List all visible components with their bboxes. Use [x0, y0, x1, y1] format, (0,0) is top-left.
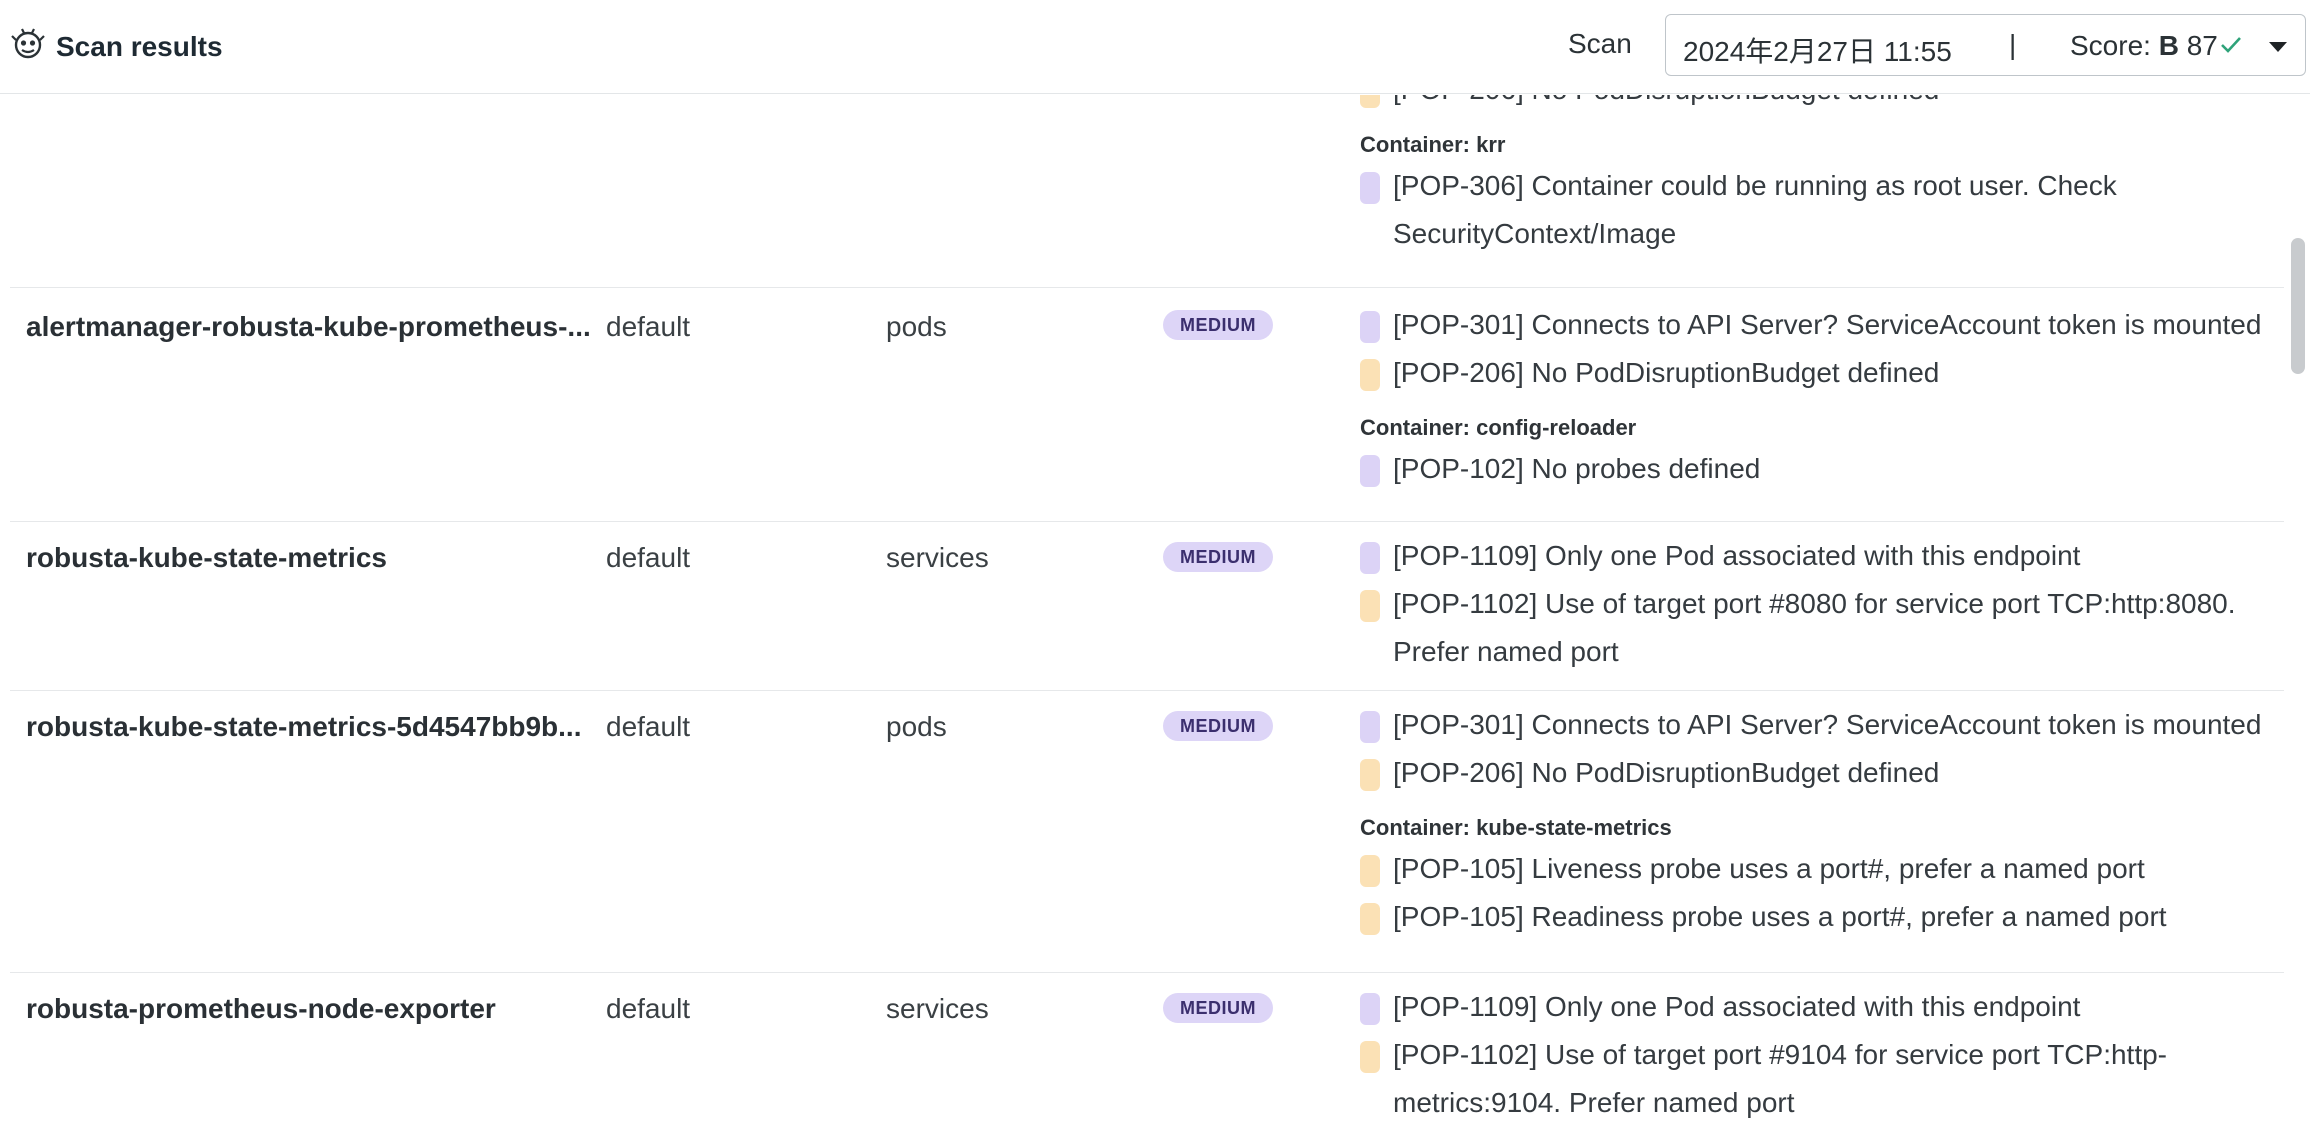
table-row[interactable]: [POP-206] No PodDisruptionBudget defined…: [10, 95, 2284, 288]
issue-item: [POP-105] Liveness probe uses a port#, p…: [1360, 845, 2270, 893]
severity-dot-icon: [1360, 855, 1380, 887]
resource-name[interactable]: robusta-kube-state-metrics-5d4547bb9b...: [26, 711, 582, 743]
issue-text: [POP-306] Container could be running as …: [1393, 170, 2117, 201]
table-row[interactable]: robusta-prometheus-node-exporter default…: [10, 973, 2284, 1130]
container-title: Container: krr: [1360, 132, 1506, 157]
issue-item: [POP-206] No PodDisruptionBudget defined: [1360, 749, 2270, 797]
issue-text: [POP-1109] Only one Pod associated with …: [1393, 540, 2081, 571]
kind-cell: services: [886, 542, 989, 573]
issue-text: metrics:9104. Prefer named port: [1393, 1087, 1795, 1118]
issue-list: [POP-301] Connects to API Server? Servic…: [1360, 301, 2270, 493]
scan-label: Scan: [1568, 28, 1632, 59]
issue-text: [POP-1102] Use of target port #9104 for …: [1393, 1039, 2168, 1070]
issue-text: [POP-102] No probes defined: [1393, 453, 1761, 484]
top-bar: Scan results Scan 2024年2月27日 11:55 | Sco…: [0, 0, 2310, 94]
severity-dot-icon: [1360, 311, 1380, 343]
namespace-cell: default: [606, 993, 691, 1024]
severity-dot-icon: [1360, 903, 1380, 935]
issue-item-continuation: SecurityContext/Image: [1360, 210, 2270, 258]
brand: Scan results: [10, 26, 223, 67]
table-row[interactable]: alertmanager-robusta-kube-prometheus-...…: [10, 288, 2284, 522]
severity-dot-icon: [1360, 172, 1380, 204]
scan-separator: |: [2009, 29, 2017, 60]
score-grade: B: [2158, 30, 2179, 61]
issue-list: [POP-1109] Only one Pod associated with …: [1360, 983, 2270, 1127]
issue-item-continuation: Prefer named port: [1360, 628, 2270, 676]
issue-text: SecurityContext/Image: [1393, 218, 1677, 249]
issue-item: [POP-105] Readiness probe uses a port#, …: [1360, 893, 2270, 941]
resource-name[interactable]: robusta-kube-state-metrics: [26, 542, 387, 574]
resource-name[interactable]: alertmanager-robusta-kube-prometheus-...: [26, 311, 591, 343]
issue-item: [POP-1102] Use of target port #8080 for …: [1360, 580, 2270, 628]
issue-text: [POP-301] Connects to API Server? Servic…: [1393, 709, 2262, 740]
check-icon: [2219, 29, 2243, 59]
kind-cell: pods: [886, 311, 947, 342]
issue-item: [POP-206] No PodDisruptionBudget defined: [1360, 349, 2270, 397]
severity-dot-icon: [1360, 759, 1380, 791]
severity-dot-icon: [1360, 542, 1380, 574]
severity-badge: MEDIUM: [1163, 711, 1273, 741]
severity-dot-icon: [1360, 1041, 1380, 1073]
issue-item: [POP-1109] Only one Pod associated with …: [1360, 983, 2270, 1031]
namespace-cell: default: [606, 542, 691, 573]
severity-dot-icon: [1360, 359, 1380, 391]
severity-dot-icon: [1360, 993, 1380, 1025]
severity-badge: MEDIUM: [1163, 542, 1273, 572]
namespace-cell: default: [606, 711, 691, 742]
severity-badge: MEDIUM: [1163, 993, 1273, 1023]
issue-text: Prefer named port: [1393, 636, 1619, 667]
table-row[interactable]: robusta-kube-state-metrics-5d4547bb9b...…: [10, 691, 2284, 973]
chevron-down-icon: [2269, 42, 2287, 52]
issue-text: [POP-105] Liveness probe uses a port#, p…: [1393, 853, 2145, 884]
severity-badge: MEDIUM: [1163, 310, 1273, 340]
kind-cell: pods: [886, 711, 947, 742]
issue-list: [POP-206] No PodDisruptionBudget defined…: [1360, 95, 2270, 258]
issue-item: [POP-102] No probes defined: [1360, 445, 2270, 493]
scan-date: 2024年2月27日 11:55: [1683, 36, 1952, 67]
issue-item: [POP-301] Connects to API Server? Servic…: [1360, 701, 2270, 749]
issue-text: [POP-1102] Use of target port #8080 for …: [1393, 588, 2236, 619]
severity-dot-icon: [1360, 711, 1380, 743]
issue-text: [POP-301] Connects to API Server? Servic…: [1393, 309, 2262, 340]
resource-name[interactable]: robusta-prometheus-node-exporter: [26, 993, 496, 1025]
issue-text: [POP-206] No PodDisruptionBudget defined: [1393, 757, 1940, 788]
scrollbar-thumb[interactable]: [2291, 238, 2305, 374]
severity-dot-icon: [1360, 95, 1380, 108]
issue-item-continuation: metrics:9104. Prefer named port: [1360, 1079, 2270, 1127]
issue-list: [POP-1109] Only one Pod associated with …: [1360, 532, 2270, 676]
table-row[interactable]: robusta-kube-state-metrics default servi…: [10, 522, 2284, 691]
issue-item: [POP-301] Connects to API Server? Servic…: [1360, 301, 2270, 349]
score-value: 87: [2186, 30, 2218, 61]
results-table-viewport: [POP-206] No PodDisruptionBudget defined…: [0, 95, 2284, 1130]
issue-list: [POP-301] Connects to API Server? Servic…: [1360, 701, 2270, 941]
scan-select[interactable]: 2024年2月27日 11:55 | Score: B 87: [1665, 14, 2306, 76]
issue-text: [POP-206] No PodDisruptionBudget defined: [1393, 95, 1939, 105]
issue-item: [POP-1109] Only one Pod associated with …: [1360, 532, 2270, 580]
issue-item: [POP-1102] Use of target port #9104 for …: [1360, 1031, 2270, 1079]
page-title: Scan results: [56, 30, 223, 62]
severity-dot-icon: [1360, 455, 1380, 487]
issue-item: [POP-306] Container could be running as …: [1360, 162, 2270, 210]
score-prefix: Score:: [2070, 30, 2151, 61]
issue-text: [POP-105] Readiness probe uses a port#, …: [1393, 901, 2167, 932]
container-title: Container: config-reloader: [1360, 415, 1637, 440]
robot-logo-icon: [10, 26, 46, 67]
container-title: Container: kube-state-metrics: [1360, 815, 1672, 840]
issue-item: [POP-206] No PodDisruptionBudget defined: [1360, 95, 2270, 114]
scan-score: Score: B 87: [2070, 30, 2218, 62]
namespace-cell: default: [606, 311, 691, 342]
kind-cell: services: [886, 993, 989, 1024]
issue-text: [POP-1109] Only one Pod associated with …: [1393, 991, 2081, 1022]
severity-dot-icon: [1360, 590, 1380, 622]
issue-text: [POP-206] No PodDisruptionBudget defined: [1393, 357, 1940, 388]
